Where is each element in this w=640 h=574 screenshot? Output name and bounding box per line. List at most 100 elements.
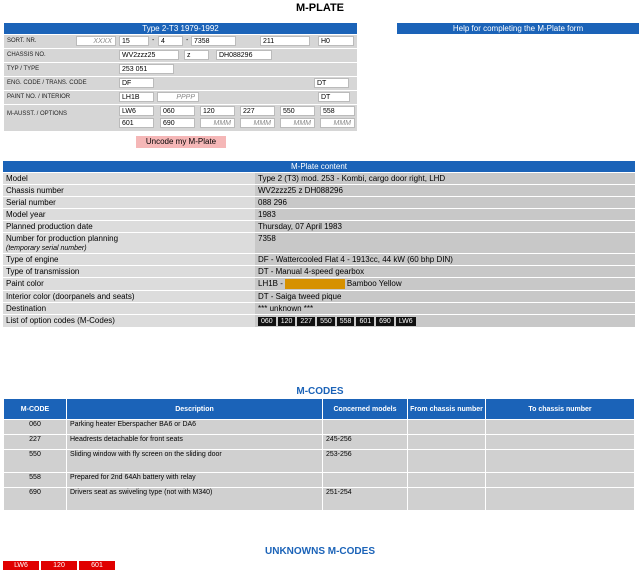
- col-header: Concerned models: [322, 398, 408, 420]
- sort-nr-label: SORT. NR.: [7, 38, 37, 44]
- row-value: 1983: [255, 208, 635, 221]
- row-value: LH1B - Bamboo Yellow: [255, 277, 635, 291]
- content-header: M-Plate content: [3, 161, 635, 173]
- col-header: Description: [66, 398, 323, 420]
- row-key: Serial number: [3, 196, 255, 209]
- option-code-badge[interactable]: 601: [356, 317, 375, 326]
- help-link[interactable]: Help for completing the M-Plate form: [397, 23, 639, 34]
- option-field[interactable]: 550: [280, 106, 315, 116]
- sort-nr-field-2[interactable]: 15: [119, 36, 149, 46]
- option-field[interactable]: MMM: [240, 118, 275, 128]
- row-value: DF - Wattercooled Flat 4 - 1913cc, 44 kW…: [255, 253, 635, 266]
- mcode-cell: 690: [3, 487, 67, 511]
- mcode-cell: 558: [3, 472, 67, 488]
- option-code-badge[interactable]: 558: [336, 317, 355, 326]
- paint-name: Bamboo Yellow: [346, 279, 402, 289]
- paint-color-swatch: [284, 279, 345, 289]
- unknown-code-badge: 601: [79, 561, 115, 570]
- models-cell: 253-256: [322, 449, 408, 473]
- table-row: Destination *** unknown ***: [3, 302, 635, 315]
- table-row: 227 Headrests detachable for front seats 2…: [3, 434, 635, 450]
- row-value: *** unknown ***: [255, 302, 635, 315]
- row-key: Model: [3, 172, 255, 185]
- option-code-badge[interactable]: 690: [376, 317, 394, 326]
- trans-code-field[interactable]: DT: [314, 78, 349, 88]
- sort-nr-field-5[interactable]: 211: [260, 36, 310, 46]
- option-field[interactable]: 120: [200, 106, 235, 116]
- mplate-content-table: M-Plate content Model Type 2 (T3) mod. 25…: [3, 161, 635, 328]
- desc-cell: Sliding window with fly screen on the sl…: [66, 449, 323, 473]
- models-cell: 251-254: [322, 487, 408, 511]
- table-row: Paint color LH1B - Bamboo Yellow: [3, 277, 635, 291]
- option-code-badge[interactable]: 227: [297, 317, 316, 326]
- to-cell: [485, 449, 635, 473]
- paint-code-field[interactable]: LH1B: [119, 92, 154, 102]
- chassis-row: CHASSIS NO. WV2zzz25 z DH088296: [4, 49, 357, 63]
- row-key: Model year: [3, 208, 255, 221]
- models-cell: 245-256: [322, 434, 408, 450]
- option-code-badge[interactable]: 060: [258, 317, 276, 326]
- chassis-field-1[interactable]: WV2zzz25: [119, 50, 179, 60]
- sort-nr-field-1[interactable]: XXXX: [76, 36, 116, 46]
- col-header: To chassis number: [485, 398, 635, 420]
- table-row: Number for production planning (temporary…: [3, 232, 635, 254]
- to-cell: [485, 487, 635, 511]
- paint-row: PAINT NO. / INTERIOR LH1B PPPP DT: [4, 91, 357, 105]
- col-header: M-CODE: [3, 398, 67, 420]
- mcode-cell: 550: [3, 449, 67, 473]
- interior-code-field[interactable]: DT: [318, 92, 350, 102]
- option-code-badge[interactable]: 120: [277, 317, 296, 326]
- option-field[interactable]: 690: [160, 118, 195, 128]
- table-row: Interior color (doorpanels and seats) DT …: [3, 290, 635, 303]
- chassis-field-3[interactable]: DH088296: [216, 50, 272, 60]
- paint-no-label: PAINT NO. / INTERIOR: [7, 94, 71, 100]
- table-row: List of option codes (M-Codes) 060 120 227…: [3, 314, 635, 328]
- chassis-field-2[interactable]: z: [184, 50, 209, 60]
- option-field[interactable]: 060: [160, 106, 195, 116]
- option-field[interactable]: 558: [320, 106, 355, 116]
- typ-field[interactable]: 253 051: [119, 64, 174, 74]
- desc-cell: Headrests detachable for front seats: [66, 434, 323, 450]
- row-key: Chassis number: [3, 184, 255, 197]
- option-code-badge[interactable]: 550: [317, 317, 335, 326]
- unknown-codes: LW6 120 601: [3, 560, 117, 570]
- option-field[interactable]: 601: [119, 118, 154, 128]
- row-key: Number for production planning (temporary…: [3, 232, 255, 254]
- models-cell: [322, 472, 408, 488]
- option-field[interactable]: MMM: [280, 118, 315, 128]
- unknown-code-badge: LW6: [3, 561, 39, 570]
- sort-nr-dash-1: -: [152, 37, 155, 44]
- option-field[interactable]: MMM: [320, 118, 355, 128]
- row-value: 060 120 227 550 558 601 690 LW6: [255, 314, 635, 328]
- option-field[interactable]: MMM: [200, 118, 235, 128]
- from-cell: [407, 472, 486, 488]
- m-plate-form: SORT. NR. XXXX 15 - 4 - 7358 211 H0 CHAS…: [4, 35, 357, 132]
- option-field[interactable]: 227: [240, 106, 275, 116]
- typ-row: TYP / TYPE 253 051: [4, 63, 357, 77]
- sort-nr-field-3[interactable]: 4: [158, 36, 183, 46]
- from-cell: [407, 449, 486, 473]
- uncode-button[interactable]: Uncode my M-Plate: [136, 136, 226, 148]
- table-row: 550 Sliding window with fly screen on the…: [3, 449, 635, 473]
- eng-code-label: ENG. CODE / TRANS. CODE: [7, 80, 87, 86]
- typ-label: TYP / TYPE: [7, 66, 40, 72]
- chassis-no-label: CHASSIS NO.: [7, 52, 46, 58]
- sort-nr-field-4[interactable]: 7358: [191, 36, 236, 46]
- option-code-badge[interactable]: LW6: [395, 317, 416, 326]
- interior-placeholder-field[interactable]: PPPP: [157, 92, 199, 102]
- row-value: WV2zzz25 z DH088296: [255, 184, 635, 197]
- mcodes-title: M-CODES: [296, 386, 344, 397]
- desc-cell: Prepared for 2nd 64Ah battery with relay: [66, 472, 323, 488]
- from-cell: [407, 419, 486, 435]
- option-field[interactable]: LW6: [119, 106, 154, 116]
- sort-nr-field-6[interactable]: H0: [318, 36, 354, 46]
- row-key: Type of transmission: [3, 265, 255, 278]
- to-cell: [485, 472, 635, 488]
- engine-code-field[interactable]: DF: [119, 78, 154, 88]
- table-row: Type of engine DF - Wattercooled Flat 4 -…: [3, 253, 635, 266]
- form-header: Type 2-T3 1979-1992: [4, 23, 357, 34]
- table-row: Planned production date Thursday, 07 Apri…: [3, 220, 635, 233]
- table-row: Model year 1983: [3, 208, 635, 221]
- row-value: DT - Manual 4-speed gearbox: [255, 265, 635, 278]
- eng-row: ENG. CODE / TRANS. CODE DF DT: [4, 77, 357, 91]
